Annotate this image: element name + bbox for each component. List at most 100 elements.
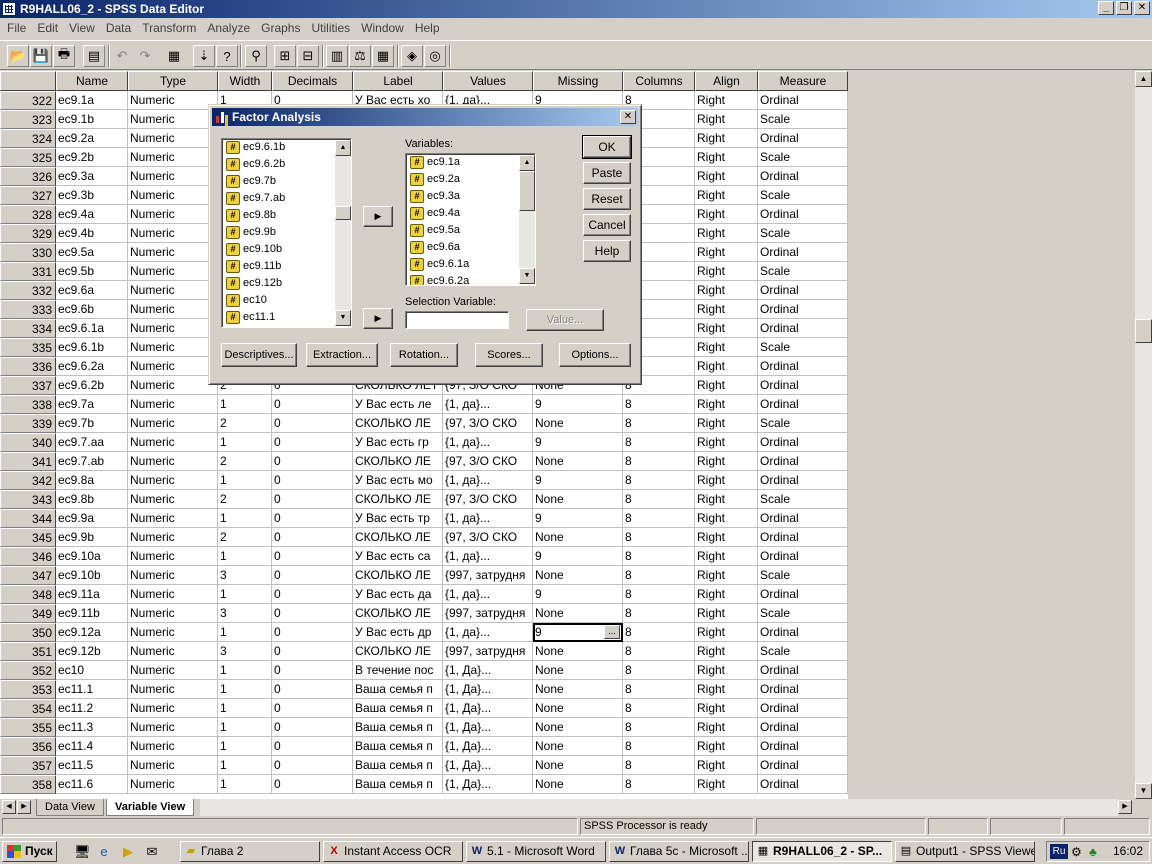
dialog-close-icon[interactable]: ✕	[620, 110, 636, 124]
cell-type[interactable]: Numeric	[128, 642, 218, 661]
cell-align[interactable]: Right	[695, 566, 758, 585]
cell-type[interactable]: Numeric	[128, 775, 218, 794]
target-scroll-up-icon[interactable]: ▲	[519, 155, 535, 171]
cell-width[interactable]: 1	[218, 547, 272, 566]
row-header[interactable]: 322	[0, 91, 56, 110]
col-header-width[interactable]: Width	[218, 71, 272, 91]
row-header[interactable]: 329	[0, 224, 56, 243]
cell-type[interactable]: Numeric	[128, 319, 218, 338]
ellipsis-button[interactable]: ...	[604, 625, 620, 639]
descriptives-button[interactable]: Descriptives...	[221, 343, 297, 367]
cell-type[interactable]: Numeric	[128, 186, 218, 205]
cell-missing[interactable]: None	[533, 737, 623, 756]
variable-list-item[interactable]: # ec9.6.2b	[226, 156, 285, 173]
row-header[interactable]: 339	[0, 414, 56, 433]
task-instant-access-ocr[interactable]: X Instant Access OCR	[323, 841, 463, 862]
network-icon[interactable]: ⚙	[1071, 845, 1082, 859]
cell-values[interactable]: {1, Да}...	[443, 775, 533, 794]
row-header[interactable]: 324	[0, 129, 56, 148]
row-header[interactable]: 345	[0, 528, 56, 547]
variable-list-item[interactable]: # ec9.7b	[226, 173, 276, 190]
cell-measure[interactable]: Ordinal	[758, 756, 848, 775]
variable-list-item[interactable]: # ec11.1	[226, 309, 275, 326]
row-header[interactable]: 343	[0, 490, 56, 509]
cell-width[interactable]: 1	[218, 699, 272, 718]
cell-measure[interactable]: Scale	[758, 224, 848, 243]
cell-name[interactable]: ec9.9a	[56, 509, 128, 528]
cell-align[interactable]: Right	[695, 148, 758, 167]
cell-measure[interactable]: Ordinal	[758, 680, 848, 699]
restore-button[interactable]: ❐	[1116, 1, 1132, 15]
cell-decimals[interactable]: 0	[272, 471, 353, 490]
cell-values[interactable]: {1, да}...	[443, 623, 533, 642]
cell-type[interactable]: Numeric	[128, 490, 218, 509]
cell-measure[interactable]: Scale	[758, 186, 848, 205]
split-file-icon[interactable]: ▥	[326, 45, 348, 67]
cell-decimals[interactable]: 0	[272, 414, 353, 433]
row-header[interactable]: 347	[0, 566, 56, 585]
cell-measure[interactable]: Ordinal	[758, 167, 848, 186]
cell-name[interactable]: ec9.3a	[56, 167, 128, 186]
cell-columns[interactable]: 8	[623, 718, 695, 737]
cell-missing[interactable]: 9	[533, 547, 623, 566]
cell-decimals[interactable]: 0	[272, 433, 353, 452]
cell-decimals[interactable]: 0	[272, 623, 353, 642]
cell-name[interactable]: ec9.6.1a	[56, 319, 128, 338]
tab-prev-icon[interactable]: ▶	[17, 800, 31, 814]
cell-decimals[interactable]: 0	[272, 699, 353, 718]
source-scroll-up-icon[interactable]: ▲	[335, 140, 351, 156]
row-header[interactable]: 350	[0, 623, 56, 642]
row-header[interactable]: 338	[0, 395, 56, 414]
cell-columns[interactable]: 8	[623, 642, 695, 661]
row-header[interactable]: 342	[0, 471, 56, 490]
cell-measure[interactable]: Ordinal	[758, 528, 848, 547]
cell-align[interactable]: Right	[695, 509, 758, 528]
cell-width[interactable]: 1	[218, 585, 272, 604]
variable-list-item[interactable]: # ec9.3a	[410, 188, 460, 205]
cell-name[interactable]: ec11.5	[56, 756, 128, 775]
row-header[interactable]: 335	[0, 338, 56, 357]
cell-align[interactable]: Right	[695, 224, 758, 243]
menu-analyze[interactable]: Analyze	[202, 19, 256, 38]
cell-label[interactable]: В течение пос	[353, 661, 443, 680]
vertical-scrollbar[interactable]: ▲ ▼	[1135, 71, 1152, 799]
variable-list-item[interactable]: # ec9.6a	[410, 239, 460, 256]
cell-missing[interactable]: None	[533, 414, 623, 433]
cell-align[interactable]: Right	[695, 433, 758, 452]
cell-name[interactable]: ec9.8a	[56, 471, 128, 490]
cell-name[interactable]: ec11.1	[56, 680, 128, 699]
insert-variable-icon[interactable]: ⊟	[297, 45, 319, 67]
cell-type[interactable]: Numeric	[128, 281, 218, 300]
cell-name[interactable]: ec9.1b	[56, 110, 128, 129]
cell-type[interactable]: Numeric	[128, 110, 218, 129]
scroll-right-icon[interactable]: ▶	[1118, 800, 1132, 814]
value-button[interactable]: Value...	[526, 309, 604, 331]
cell-type[interactable]: Numeric	[128, 718, 218, 737]
cell-align[interactable]: Right	[695, 319, 758, 338]
variable-list-item[interactable]: # ec9.6.1b	[226, 139, 285, 156]
cell-label[interactable]: Ваша семья п	[353, 737, 443, 756]
tab-first-icon[interactable]: ◀	[2, 800, 16, 814]
cell-name[interactable]: ec9.2b	[56, 148, 128, 167]
cell-align[interactable]: Right	[695, 547, 758, 566]
cell-name[interactable]: ec9.7.aa	[56, 433, 128, 452]
cell-values[interactable]: {97, З/О СКО	[443, 490, 533, 509]
cell-type[interactable]: Numeric	[128, 262, 218, 281]
variable-list-item[interactable]: # ec9.9b	[226, 224, 276, 241]
cell-measure[interactable]: Ordinal	[758, 718, 848, 737]
cell-label[interactable]: СКОЛЬКО ЛЕ	[353, 642, 443, 661]
variable-list-item[interactable]: # ec9.6.1a	[410, 256, 469, 273]
cell-type[interactable]: Numeric	[128, 585, 218, 604]
cell-columns[interactable]: 8	[623, 471, 695, 490]
cell-label[interactable]: Ваша семья п	[353, 718, 443, 737]
cell-align[interactable]: Right	[695, 243, 758, 262]
cell-measure[interactable]: Ordinal	[758, 243, 848, 262]
row-header[interactable]: 358	[0, 775, 56, 794]
cell-name[interactable]: ec9.12a	[56, 623, 128, 642]
cell-align[interactable]: Right	[695, 281, 758, 300]
variables-icon[interactable]: ?	[216, 45, 238, 67]
cell-values[interactable]: {1, Да}...	[443, 718, 533, 737]
cell-name[interactable]: ec9.2a	[56, 129, 128, 148]
cell-type[interactable]: Numeric	[128, 566, 218, 585]
cell-measure[interactable]: Ordinal	[758, 91, 848, 110]
